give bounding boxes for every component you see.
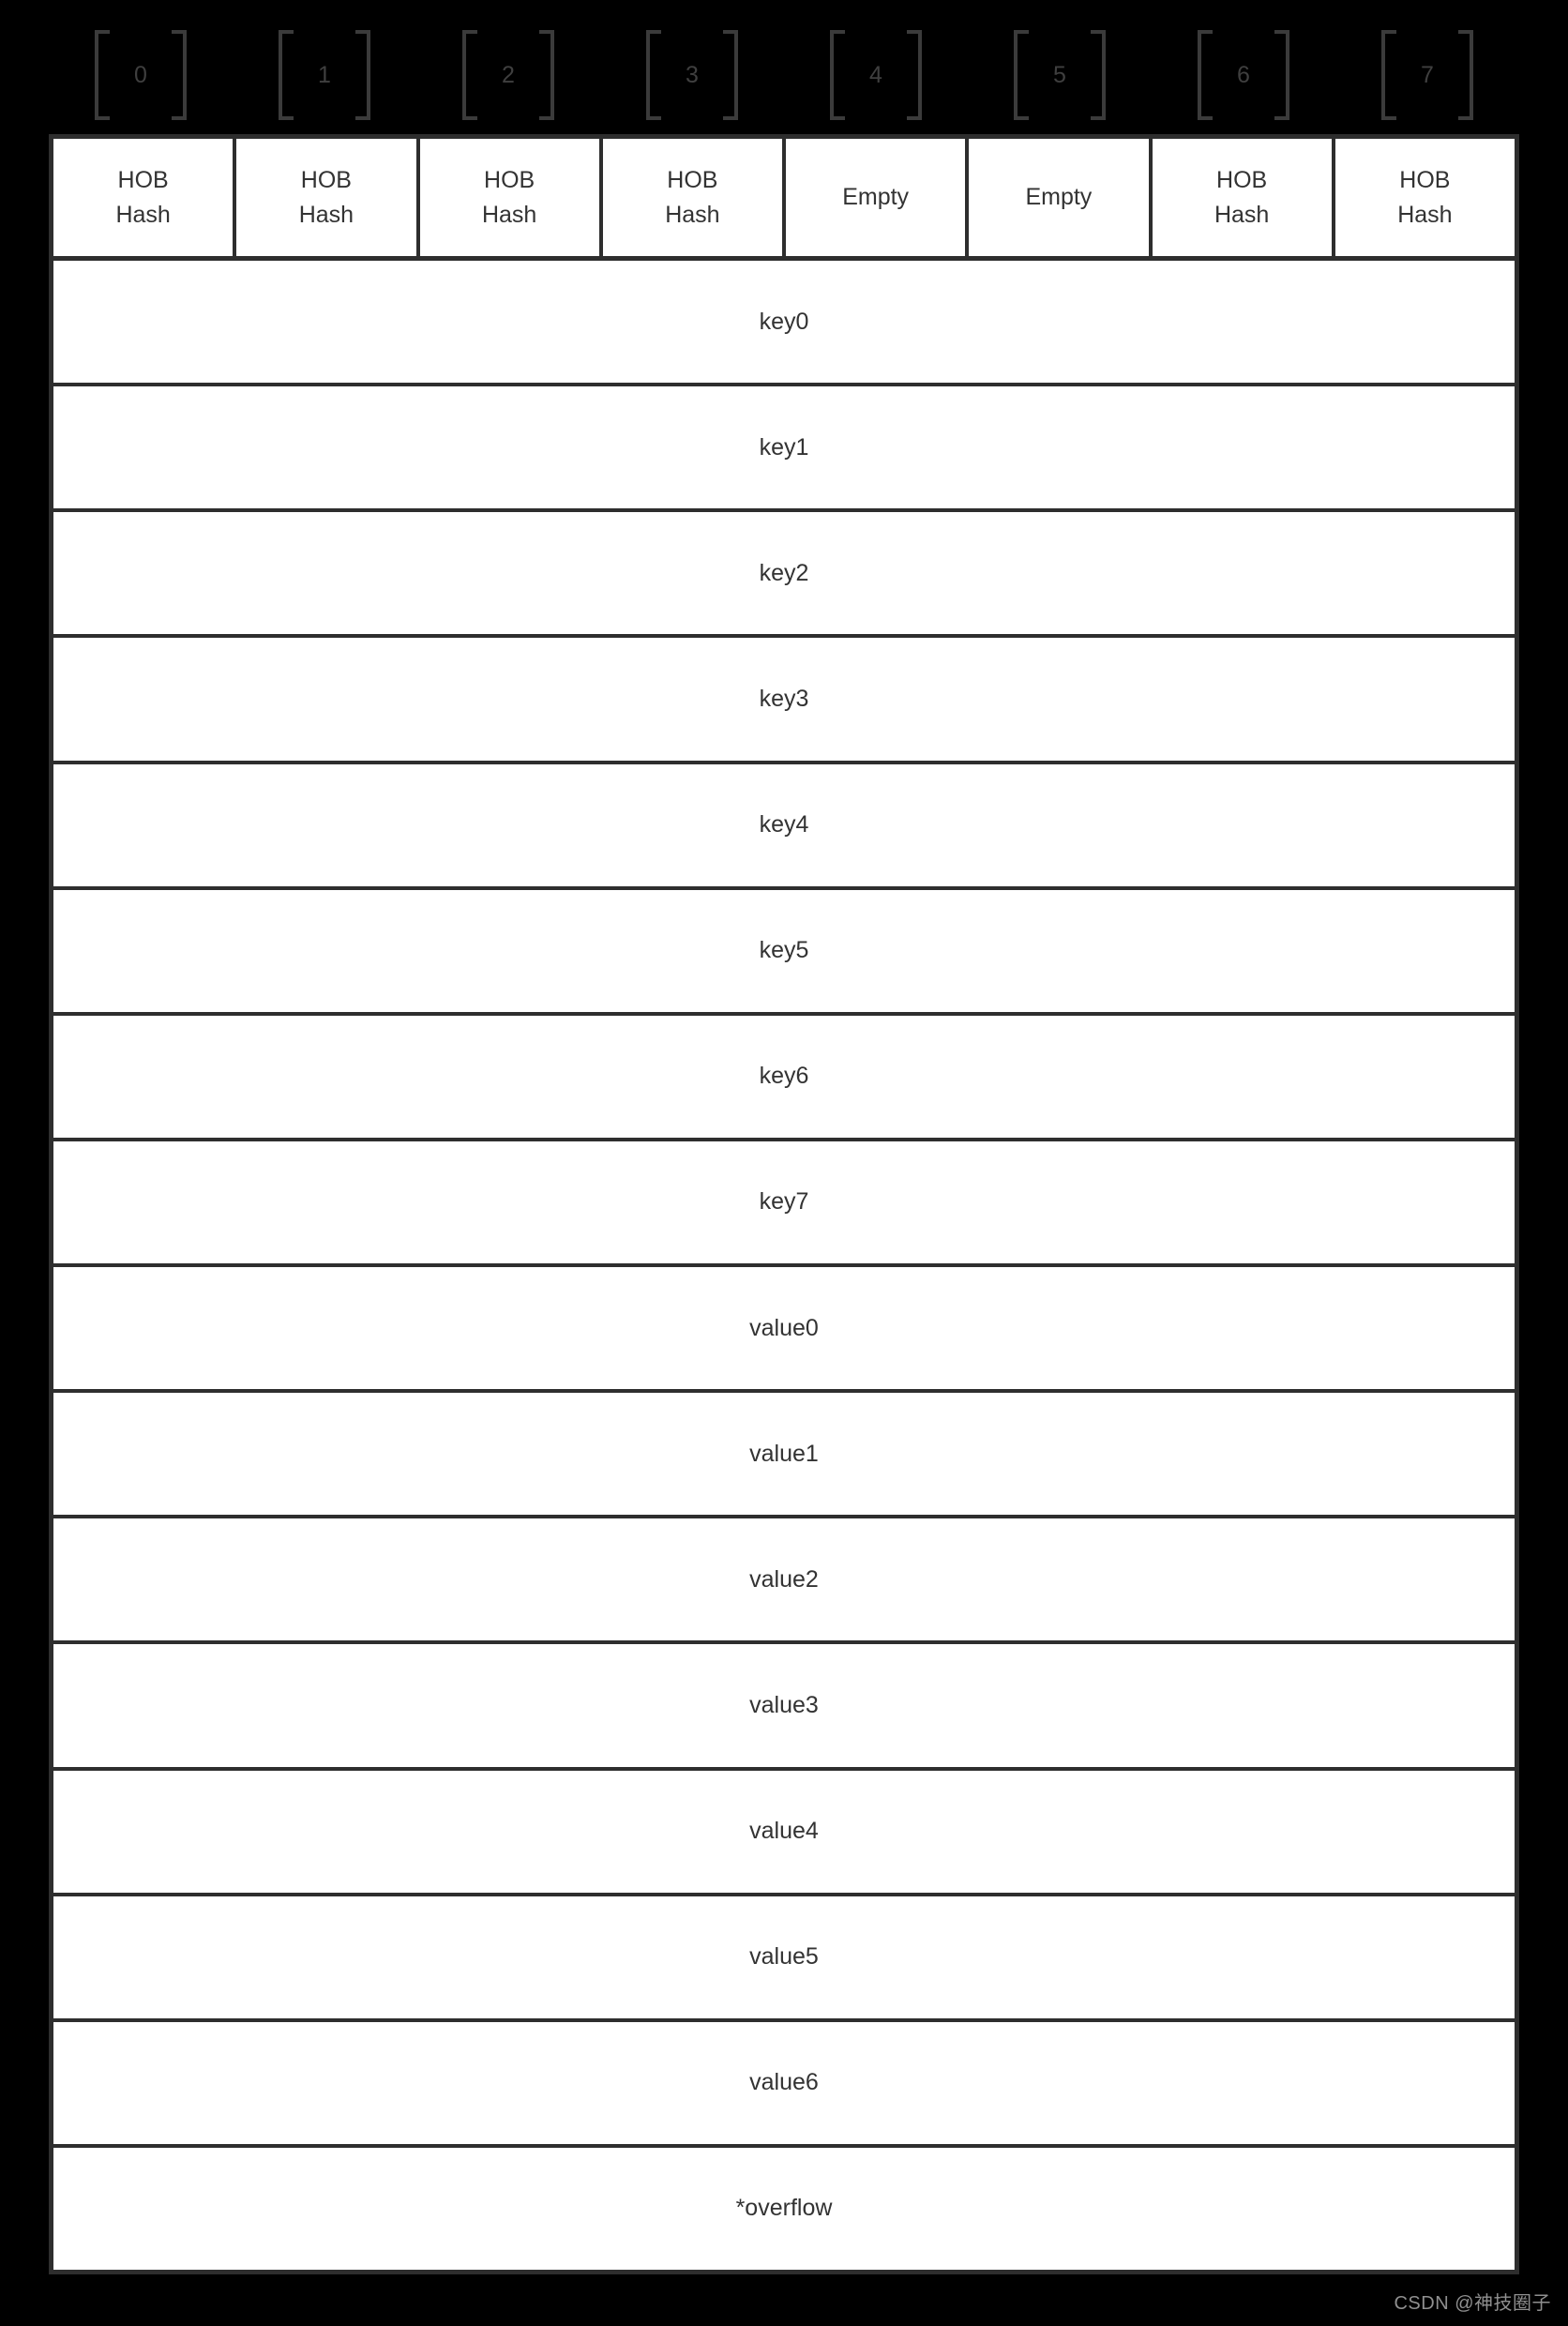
bucket-field-row: key0 xyxy=(53,261,1515,387)
tophash-line-2: Hash xyxy=(115,201,171,228)
tophash-cell-2: HOB Hash xyxy=(420,139,603,256)
bucket-index-label: 7 xyxy=(1421,61,1434,88)
bucket-field-row: value4 xyxy=(53,1771,1515,1896)
bucket-field-row: value0 xyxy=(53,1267,1515,1394)
bucket-field-row: value3 xyxy=(53,1644,1515,1771)
right-bracket-icon xyxy=(172,30,187,120)
tophash-line-1: HOB xyxy=(1399,167,1451,194)
bucket-field-row: key5 xyxy=(53,890,1515,1016)
bucket-index-4: 4 xyxy=(784,21,968,129)
bracket-group: 0 xyxy=(95,30,187,120)
tophash-line-2: Hash xyxy=(1214,201,1270,228)
bucket-index-label: 3 xyxy=(686,61,699,88)
left-bracket-icon xyxy=(279,30,294,120)
tophash-line-2: Hash xyxy=(1397,201,1453,228)
bucket-field-row: value5 xyxy=(53,1896,1515,2022)
bracket-group: 2 xyxy=(462,30,554,120)
bucket-field-rows: key0 key1 key2 key3 key4 key5 key6 key7 … xyxy=(53,261,1515,2270)
bucket-index-3: 3 xyxy=(600,21,784,129)
tophash-line-1: HOB xyxy=(300,167,352,194)
bucket-index-6: 6 xyxy=(1152,21,1335,129)
right-bracket-icon xyxy=(1458,30,1473,120)
bucket-field-row: *overflow xyxy=(735,2195,833,2222)
tophash-cell-3: HOB Hash xyxy=(603,139,786,256)
left-bracket-icon xyxy=(1014,30,1029,120)
tophash-row: HOB Hash HOB Hash HOB Hash HOB Hash Empt… xyxy=(53,139,1515,261)
bucket-layout-table: HOB Hash HOB Hash HOB Hash HOB Hash Empt… xyxy=(49,134,1519,2274)
bucket-index-0: 0 xyxy=(49,21,233,129)
bucket-index-7: 7 xyxy=(1335,21,1519,129)
right-bracket-icon xyxy=(539,30,554,120)
tophash-line-1: Empty xyxy=(842,184,910,211)
tophash-cell-4: Empty xyxy=(786,139,970,256)
bucket-index-1: 1 xyxy=(233,21,416,129)
tophash-line-2: Hash xyxy=(481,201,537,228)
bucket-index-5: 5 xyxy=(968,21,1152,129)
bucket-field-row: key1 xyxy=(53,386,1515,513)
bucket-field-row: key7 xyxy=(53,1141,1515,1267)
bucket-field-row: key4 xyxy=(53,764,1515,890)
watermark: CSDN @神技圈子 xyxy=(1394,2293,1551,2314)
tophash-line-2: Hash xyxy=(665,201,720,228)
bucket-index-label: 2 xyxy=(502,61,515,88)
left-bracket-icon xyxy=(95,30,110,120)
bucket-field-row: key2 xyxy=(53,512,1515,639)
tophash-cell-6: HOB Hash xyxy=(1153,139,1335,256)
bracket-group: 4 xyxy=(830,30,922,120)
bucket-index-label: 0 xyxy=(134,61,147,88)
tophash-line-1: HOB xyxy=(1216,167,1268,194)
tophash-cell-7: HOB Hash xyxy=(1335,139,1515,256)
left-bracket-icon xyxy=(646,30,661,120)
left-bracket-icon xyxy=(1198,30,1213,120)
bucket-field-row: key3 xyxy=(53,638,1515,764)
tophash-line-1: Empty xyxy=(1025,184,1093,211)
bracket-group: 1 xyxy=(279,30,370,120)
bucket-field-row: value6 xyxy=(53,2022,1515,2148)
right-bracket-icon xyxy=(907,30,922,120)
tophash-line-2: Hash xyxy=(298,201,354,228)
bucket-index-label: 4 xyxy=(869,61,882,88)
tophash-cell-1: HOB Hash xyxy=(236,139,420,256)
bucket-index-label: 1 xyxy=(318,61,331,88)
bracket-group: 5 xyxy=(1014,30,1106,120)
bracket-group: 6 xyxy=(1198,30,1289,120)
bucket-field-row: value2 xyxy=(53,1518,1515,1645)
tophash-cell-0: HOB Hash xyxy=(53,139,237,256)
bucket-index-label: 6 xyxy=(1237,61,1250,88)
tophash-line-1: HOB xyxy=(117,167,169,194)
tophash-cell-5: Empty xyxy=(969,139,1153,256)
diagram-canvas: 0 1 2 3 4 5 6 7 HOB Hash HOB Hash HOB Ha… xyxy=(0,0,1568,2326)
left-bracket-icon xyxy=(1381,30,1396,120)
bucket-index-row: 0 1 2 3 4 5 6 7 xyxy=(49,21,1519,129)
tophash-line-1: HOB xyxy=(667,167,718,194)
right-bracket-icon xyxy=(1274,30,1289,120)
bracket-group: 7 xyxy=(1381,30,1473,120)
bucket-field-row: key6 xyxy=(53,1016,1515,1141)
left-bracket-icon xyxy=(830,30,845,120)
bucket-index-label: 5 xyxy=(1053,61,1066,88)
bucket-index-2: 2 xyxy=(416,21,600,129)
right-bracket-icon xyxy=(355,30,370,120)
left-bracket-icon xyxy=(462,30,477,120)
bracket-group: 3 xyxy=(646,30,738,120)
tophash-line-1: HOB xyxy=(484,167,535,194)
right-bracket-icon xyxy=(1091,30,1106,120)
right-bracket-icon xyxy=(723,30,738,120)
bucket-field-row: value1 xyxy=(53,1393,1515,1519)
